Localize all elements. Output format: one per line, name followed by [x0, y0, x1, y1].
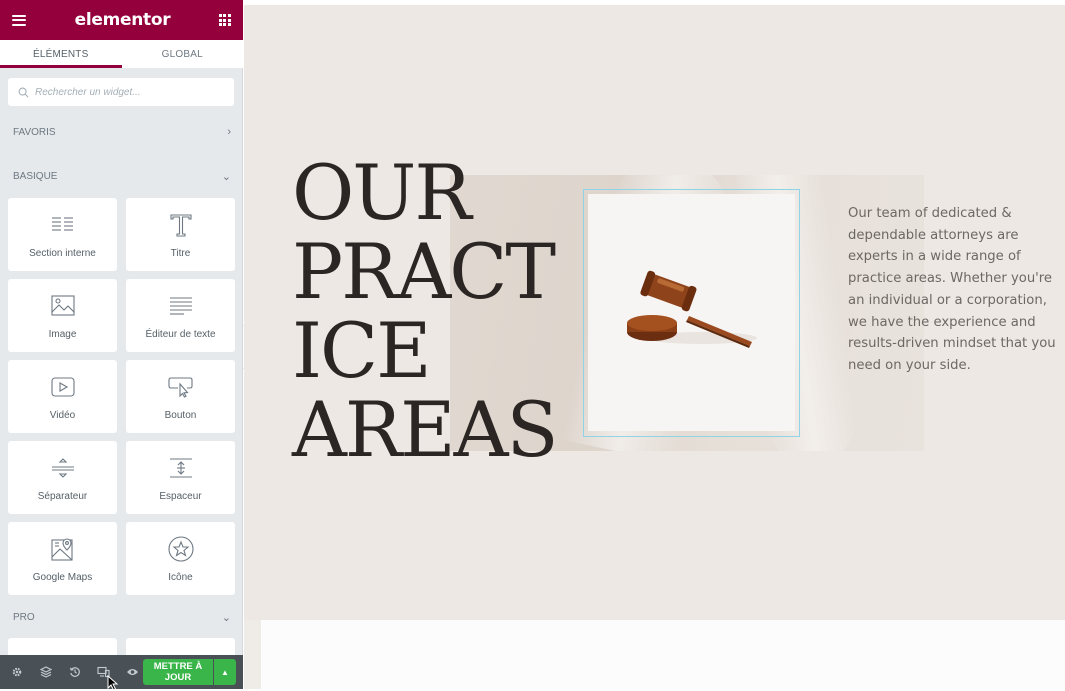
panel-tabs: ÉLÉMENTS GLOBAL	[0, 40, 243, 68]
widget-pro-partial[interactable]	[8, 638, 117, 656]
widget-button[interactable]: Bouton	[126, 360, 235, 433]
gavel-icon	[626, 270, 757, 348]
widget-icon[interactable]: Icône	[126, 522, 235, 595]
update-label-line2: JOUR	[164, 672, 192, 683]
widget-pro-partial[interactable]	[126, 638, 235, 656]
update-button[interactable]: METTRE À JOUR	[143, 659, 213, 685]
divider-icon	[50, 455, 76, 481]
menu-icon[interactable]	[12, 14, 26, 26]
inner-section-icon	[50, 212, 76, 238]
widget-label: Titre	[170, 248, 191, 259]
widget-heading[interactable]: Titre	[126, 198, 235, 271]
widget-label: Éditeur de texte	[145, 329, 216, 340]
gavel-image[interactable]	[588, 194, 795, 431]
category-label: PRO	[13, 611, 35, 623]
widget-label: Google Maps	[32, 572, 93, 583]
caret-up-icon[interactable]: ▲	[214, 659, 236, 685]
heading-line: AREAS	[292, 385, 559, 474]
chevron-right-icon: ›	[227, 126, 231, 138]
widget-text-editor[interactable]: Éditeur de texte	[126, 279, 235, 352]
update-label-line1: METTRE À	[153, 661, 203, 672]
chevron-down-icon: ⌄	[221, 170, 231, 183]
heading-line: OUR	[292, 148, 472, 237]
widget-label: Image	[48, 329, 77, 340]
heading-line: ICE	[292, 306, 432, 395]
preview-eye-icon[interactable]	[124, 664, 141, 681]
widget-grid: Section interne Titre Image Éditeur de t…	[8, 198, 235, 595]
widget-image[interactable]: Image	[8, 279, 117, 352]
image-icon	[50, 293, 76, 319]
button-icon	[167, 374, 194, 400]
category-pro[interactable]: PRO ⌄	[0, 605, 243, 629]
widget-label: Espaceur	[159, 491, 202, 502]
google-maps-icon	[50, 536, 76, 562]
editor-canvas: OUR PRACT ICE AREAS Our team of dedicate…	[244, 5, 1065, 689]
practice-areas-heading[interactable]: OUR PRACT ICE AREAS	[292, 148, 559, 474]
chevron-down-icon: ⌄	[221, 611, 231, 624]
widget-label: Séparateur	[37, 491, 88, 502]
widget-spacer[interactable]: Espaceur	[126, 441, 235, 514]
heading-icon	[168, 212, 194, 238]
widget-label: Section interne	[29, 248, 96, 259]
widgets-grid-icon[interactable]	[218, 14, 231, 26]
widget-google-maps[interactable]: Google Maps	[8, 522, 117, 595]
category-label: BASIQUE	[13, 170, 58, 182]
spacer-icon	[168, 455, 194, 481]
widget-label: Vidéo	[49, 410, 76, 421]
widget-label: Icône	[168, 572, 193, 583]
elementor-panel: elementor ÉLÉMENTS GLOBAL FAVORIS › BASI…	[0, 0, 243, 691]
widget-divider[interactable]: Séparateur	[8, 441, 117, 514]
tab-global[interactable]: GLOBAL	[122, 40, 244, 68]
category-basique[interactable]: BASIQUE ⌄	[0, 164, 243, 188]
navigator-layers-icon[interactable]	[37, 664, 54, 681]
settings-icon[interactable]	[8, 664, 25, 681]
category-label: FAVORIS	[13, 126, 56, 138]
star-icon	[167, 536, 194, 562]
hero-section[interactable]: OUR PRACT ICE AREAS Our team of dedicate…	[244, 5, 1065, 620]
elementor-logo: elementor	[74, 10, 171, 30]
widget-label: Bouton	[164, 410, 197, 421]
panel-footer: METTRE À JOUR ▲	[0, 655, 243, 689]
practice-areas-description[interactable]: Our team of dedicated & dependable attor…	[848, 203, 1065, 377]
search-input[interactable]	[35, 86, 215, 98]
panel-header: elementor	[0, 0, 243, 40]
heading-line: PRACT	[292, 227, 556, 316]
tab-elements[interactable]: ÉLÉMENTS	[0, 40, 122, 68]
history-icon[interactable]	[66, 664, 83, 681]
category-favoris[interactable]: FAVORIS ›	[0, 120, 243, 144]
widget-video[interactable]: Vidéo	[8, 360, 117, 433]
widget-search	[8, 78, 234, 106]
search-icon	[18, 87, 29, 97]
video-icon	[50, 374, 76, 400]
next-section[interactable]	[261, 620, 1065, 689]
text-editor-icon	[168, 293, 194, 319]
widget-inner-section[interactable]: Section interne	[8, 198, 117, 271]
